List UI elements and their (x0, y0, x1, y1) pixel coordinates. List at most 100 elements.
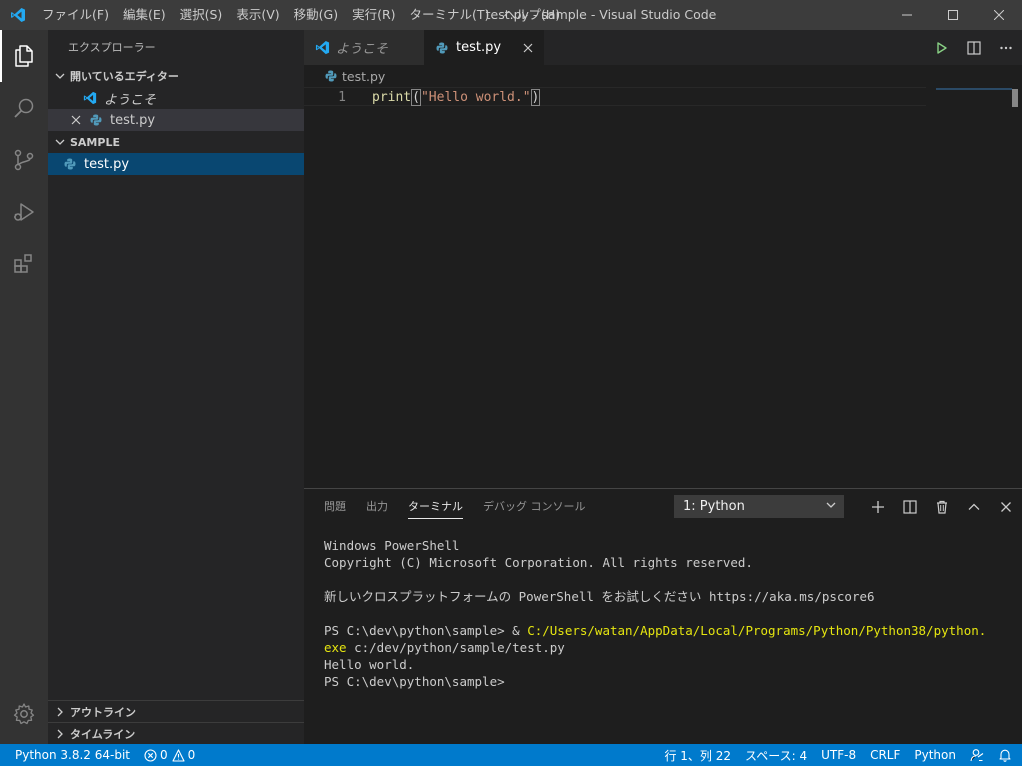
scrollbar-thumb[interactable] (1012, 89, 1018, 107)
tab-welcome[interactable]: ようこそ (304, 30, 424, 65)
maximize-button[interactable] (930, 0, 976, 30)
explorer-sidebar: エクスプローラー 開いているエディター ようこそ test.py SAMPLE … (48, 30, 304, 744)
indentation[interactable]: スペース: 4 (738, 744, 814, 766)
python-icon (434, 40, 450, 56)
editor-group: ようこそ test.py test.py 1 print("Hello worl… (304, 30, 1022, 488)
status-right: 行 1、列 22 スペース: 4 UTF-8 CRLF Python (657, 744, 1022, 766)
close-icon (1001, 502, 1011, 512)
code-editor[interactable]: 1 print("Hello world.") (304, 87, 1022, 488)
vertical-scrollbar[interactable] (1008, 87, 1022, 488)
gear-icon (13, 703, 35, 725)
folder-header[interactable]: SAMPLE (48, 131, 304, 153)
search-activity[interactable] (0, 82, 48, 134)
tab-label: ようこそ (336, 42, 389, 57)
notifications-button[interactable] (991, 744, 1022, 766)
menu-help[interactable]: ヘルプ(H) (496, 0, 567, 30)
outline-header[interactable]: アウトライン (48, 700, 304, 722)
terminal-line: Hello world. (324, 657, 415, 672)
breadcrumb[interactable]: test.py (304, 65, 1022, 87)
title-bar: ファイル(F) 編集(E) 選択(S) 表示(V) 移動(G) 実行(R) ター… (0, 0, 1022, 30)
split-icon (903, 500, 917, 514)
status-left: Python 3.8.2 64-bit 0 0 (0, 744, 202, 766)
source-control-activity[interactable] (0, 134, 48, 186)
maximize-panel-button[interactable] (958, 489, 990, 525)
tab-problems[interactable]: 問題 (314, 489, 356, 525)
end-of-line[interactable]: CRLF (863, 744, 907, 766)
close-icon (994, 10, 1004, 20)
menu-file[interactable]: ファイル(F) (35, 0, 116, 30)
tab-test-py[interactable]: test.py (424, 30, 544, 65)
vscode-logo-icon (314, 40, 330, 56)
terminal-args: c:/dev/python/sample/test.py (346, 640, 565, 655)
warning-count: 0 (187, 748, 196, 762)
file-test-py[interactable]: test.py (48, 153, 304, 175)
vscode-logo-icon (0, 0, 35, 30)
menu-bar: ファイル(F) 編集(E) 選択(S) 表示(V) 移動(G) 実行(R) ター… (35, 0, 567, 30)
extensions-icon (14, 254, 32, 273)
editor-actions (926, 30, 1022, 65)
panel-header: 問題 出力 ターミナル デバッグ コンソール 1: Python (304, 489, 1022, 525)
timeline-header[interactable]: タイムライン (48, 722, 304, 744)
source-control-icon (14, 149, 34, 171)
code-line[interactable]: 1 print("Hello world.") (304, 87, 926, 106)
files-icon (15, 45, 33, 67)
status-bar: Python 3.8.2 64-bit 0 0 行 1、列 22 スペース: 4… (0, 744, 1022, 766)
python-icon (324, 69, 338, 83)
close-panel-button[interactable] (990, 489, 1022, 525)
panel-actions (862, 489, 1022, 525)
chevron-down-icon (52, 71, 68, 81)
chevron-down-icon (52, 137, 68, 147)
menu-terminal[interactable]: ターミナル(T) (403, 0, 497, 30)
split-terminal-button[interactable] (894, 489, 926, 525)
sidebar-title: エクスプローラー (68, 41, 156, 54)
line-content[interactable]: print("Hello world.") (348, 88, 541, 106)
language-mode[interactable]: Python (907, 744, 963, 766)
close-tab-icon[interactable] (520, 40, 536, 56)
extensions-activity[interactable] (0, 238, 48, 290)
token-close-paren: ) (530, 89, 541, 106)
explorer-activity[interactable] (0, 30, 48, 82)
terminal-line: 新しいクロスプラットフォームの PowerShell をお試しください http… (324, 589, 875, 604)
run-file-button[interactable] (926, 30, 958, 65)
encoding[interactable]: UTF-8 (814, 744, 863, 766)
menu-go[interactable]: 移動(G) (287, 0, 345, 30)
bell-icon (999, 749, 1011, 762)
feedback-icon (970, 749, 984, 762)
terminal-line: Copyright (C) Microsoft Corporation. All… (324, 555, 753, 570)
terminal-output[interactable]: Windows PowerShell Copyright (C) Microso… (304, 525, 1022, 690)
split-editor-button[interactable] (958, 30, 990, 65)
more-actions-button[interactable] (990, 30, 1022, 65)
close-icon[interactable] (68, 112, 84, 128)
feedback-button[interactable] (963, 744, 991, 766)
cursor-position[interactable]: 行 1、列 22 (657, 744, 738, 766)
menu-edit[interactable]: 編集(E) (116, 0, 173, 30)
token-open-paren: ( (411, 89, 421, 106)
python-interpreter[interactable]: Python 3.8.2 64-bit (0, 744, 137, 766)
tab-debug-console[interactable]: デバッグ コンソール (473, 489, 596, 525)
outline-label: アウトライン (70, 705, 136, 719)
menu-selection[interactable]: 選択(S) (173, 0, 230, 30)
bottom-sections: アウトライン タイムライン (48, 700, 304, 744)
new-terminal-button[interactable] (862, 489, 894, 525)
problems-status[interactable]: 0 0 (137, 744, 202, 766)
window-controls (884, 0, 1022, 30)
breadcrumb-file[interactable]: test.py (342, 69, 385, 84)
close-window-button[interactable] (976, 0, 1022, 30)
kill-terminal-button[interactable] (926, 489, 958, 525)
minimize-button[interactable] (884, 0, 930, 30)
chevron-right-icon (52, 729, 68, 739)
menu-run[interactable]: 実行(R) (345, 0, 402, 30)
terminal-select[interactable]: 1: Python (674, 495, 844, 518)
open-editor-label: test.py (110, 112, 156, 128)
chevron-up-icon (968, 503, 980, 510)
manage-activity[interactable] (0, 688, 48, 740)
open-editor-welcome[interactable]: ようこそ (48, 87, 304, 109)
open-editor-test-py[interactable]: test.py (48, 109, 304, 131)
tab-terminal[interactable]: ターミナル (398, 489, 473, 525)
terminal-line: Windows PowerShell (324, 538, 460, 553)
open-editors-header[interactable]: 開いているエディター (48, 65, 304, 87)
menu-view[interactable]: 表示(V) (229, 0, 286, 30)
tab-output[interactable]: 出力 (356, 489, 398, 525)
run-debug-activity[interactable] (0, 186, 48, 238)
terminal-path: exe (324, 640, 347, 655)
